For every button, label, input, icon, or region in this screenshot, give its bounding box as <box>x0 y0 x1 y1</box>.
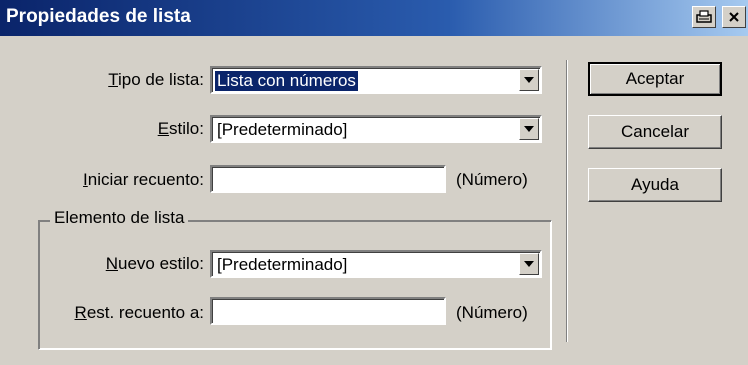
rest-recuento-label: Rest. recuento a: <box>75 303 204 323</box>
list-properties-dialog: Propiedades de lista Tipo de lista: List… <box>0 0 748 365</box>
elemento-de-lista-group <box>38 220 552 350</box>
iniciar-recuento-input[interactable] <box>210 165 446 193</box>
ayuda-button[interactable]: Ayuda <box>588 168 722 202</box>
tipo-de-lista-label: Tipo de lista: <box>108 70 204 90</box>
iniciar-recuento-label: Iniciar recuento: <box>83 170 204 190</box>
rest-recuento-unit: (Número) <box>456 303 528 322</box>
chevron-down-icon[interactable] <box>519 253 539 275</box>
nuevo-estilo-mnemonic: N <box>105 254 118 273</box>
cancelar-button[interactable]: Cancelar <box>588 115 722 149</box>
print-icon[interactable] <box>692 6 716 28</box>
close-icon[interactable] <box>722 6 746 28</box>
title-bar[interactable]: Propiedades de lista <box>0 0 748 36</box>
tipo-de-lista-select[interactable]: Lista con números <box>210 66 542 94</box>
aceptar-button[interactable]: Aceptar <box>588 62 722 96</box>
estilo-value: [Predeterminado] <box>217 120 348 139</box>
tipo-de-lista-value: Lista con números <box>215 71 358 91</box>
vertical-separator <box>566 60 568 342</box>
estilo-label-text: stilo: <box>169 119 204 138</box>
elemento-de-lista-title: Elemento de lista <box>50 207 189 229</box>
estilo-label: Estilo: <box>158 119 204 139</box>
rest-recuento-mnemonic: R <box>74 303 87 322</box>
tipo-mnemonic: T <box>108 70 118 89</box>
iniciar-label-text: niciar recuento: <box>87 170 204 189</box>
nuevo-estilo-select[interactable]: [Predeterminado] <box>210 250 542 278</box>
window-title: Propiedades de lista <box>6 6 191 27</box>
nuevo-estilo-label-text: uevo estilo: <box>118 254 204 273</box>
tipo-label-text: ipo de lista: <box>118 70 204 89</box>
chevron-down-icon[interactable] <box>519 69 539 91</box>
nuevo-estilo-label: Nuevo estilo: <box>106 254 204 274</box>
nuevo-estilo-value: [Predeterminado] <box>217 255 348 274</box>
rest-recuento-label-text: est. recuento a: <box>86 303 204 322</box>
chevron-down-icon[interactable] <box>519 118 539 140</box>
estilo-mnemonic: E <box>157 119 170 138</box>
iniciar-recuento-unit: (Número) <box>456 170 528 189</box>
rest-recuento-input[interactable] <box>210 297 446 325</box>
estilo-select[interactable]: [Predeterminado] <box>210 115 542 143</box>
